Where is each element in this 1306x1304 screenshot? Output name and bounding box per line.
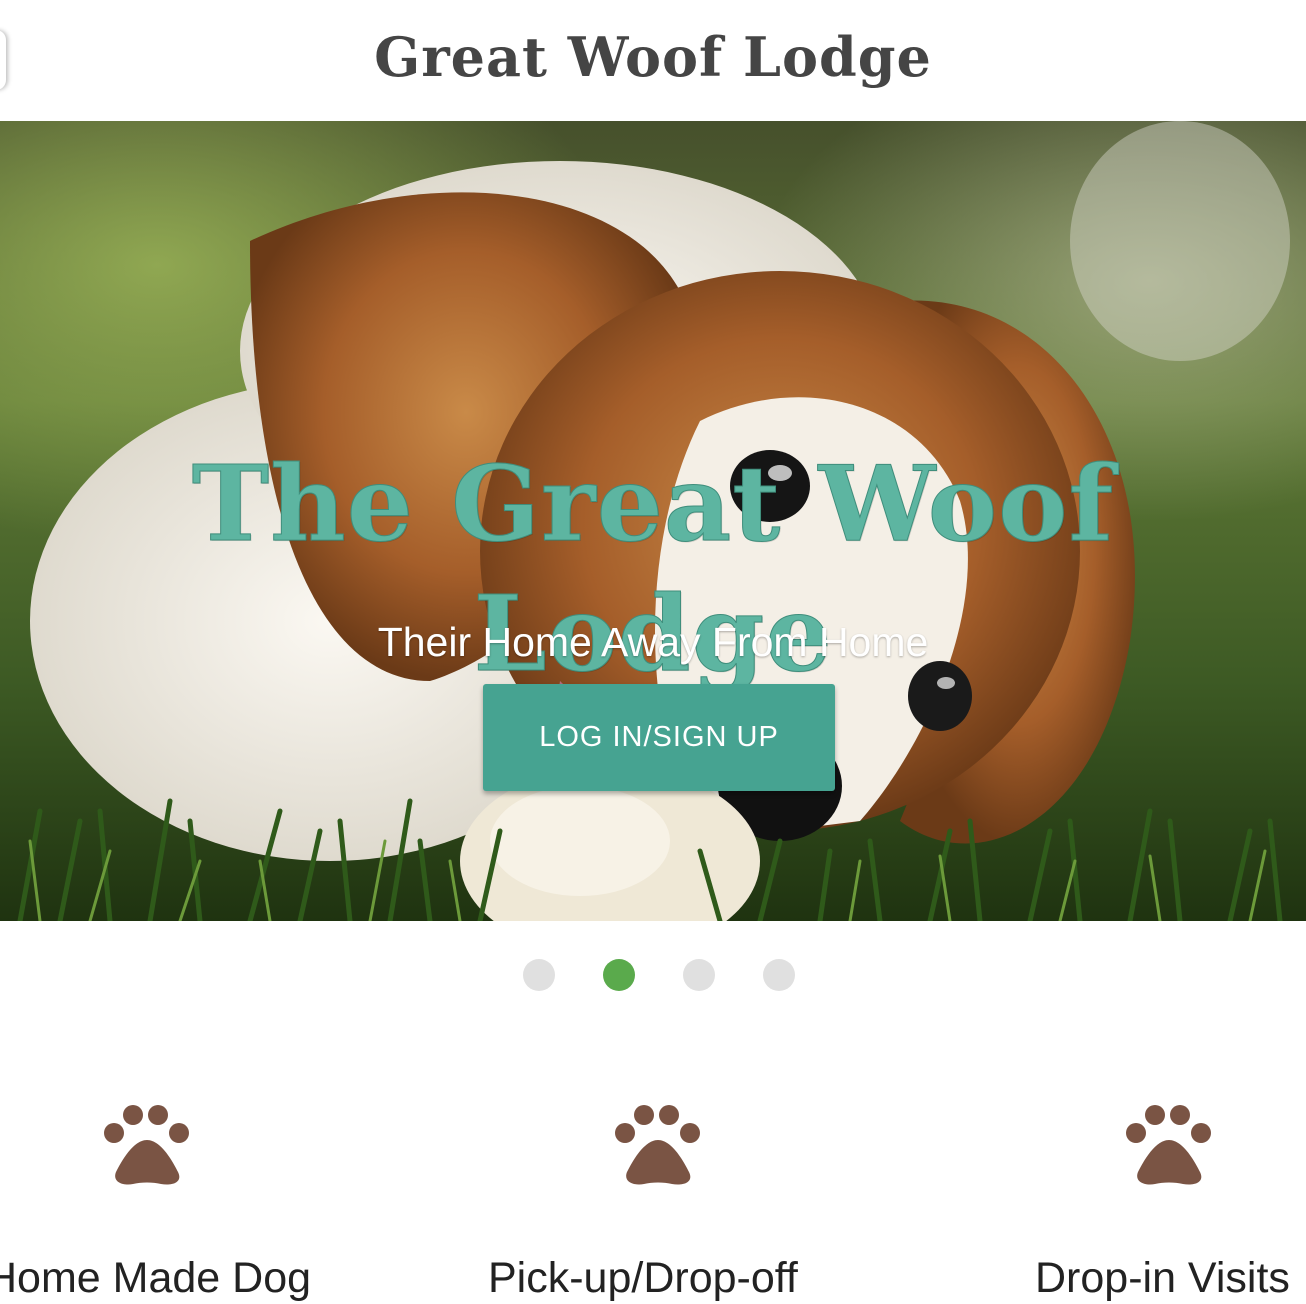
hero-slide: The Great Woof Lodge Their Home Away Fro… bbox=[0, 121, 1306, 921]
paw-icon bbox=[1126, 1105, 1211, 1185]
site-title[interactable]: Great Woof Lodge bbox=[0, 22, 1306, 92]
feature-drop-in-visits: Drop-in Visits bbox=[900, 1100, 1306, 1304]
paw-icon bbox=[615, 1105, 700, 1185]
feature-label: Home Made Dog bbox=[0, 1254, 312, 1302]
feature-label: Pick-up/Drop-off bbox=[488, 1254, 798, 1302]
login-signup-button[interactable]: LOG IN/SIGN UP bbox=[483, 684, 835, 791]
carousel-indicators bbox=[0, 959, 1306, 991]
site-header: Great Woof Lodge bbox=[0, 0, 1306, 121]
carousel-dot-1[interactable] bbox=[523, 959, 555, 991]
carousel-dot-2[interactable] bbox=[603, 959, 635, 991]
page: Great Woof Lodge The Great Woof Lodge Th… bbox=[0, 0, 1306, 1304]
feature-label: Drop-in Visits bbox=[1035, 1254, 1290, 1302]
hero-subtitle: Their Home Away From Home bbox=[377, 619, 929, 665]
carousel-dot-4[interactable] bbox=[763, 959, 795, 991]
feature-pickup-dropoff: Pick-up/Drop-off bbox=[400, 1100, 920, 1304]
carousel-dot-3[interactable] bbox=[683, 959, 715, 991]
paw-icon bbox=[104, 1105, 189, 1185]
